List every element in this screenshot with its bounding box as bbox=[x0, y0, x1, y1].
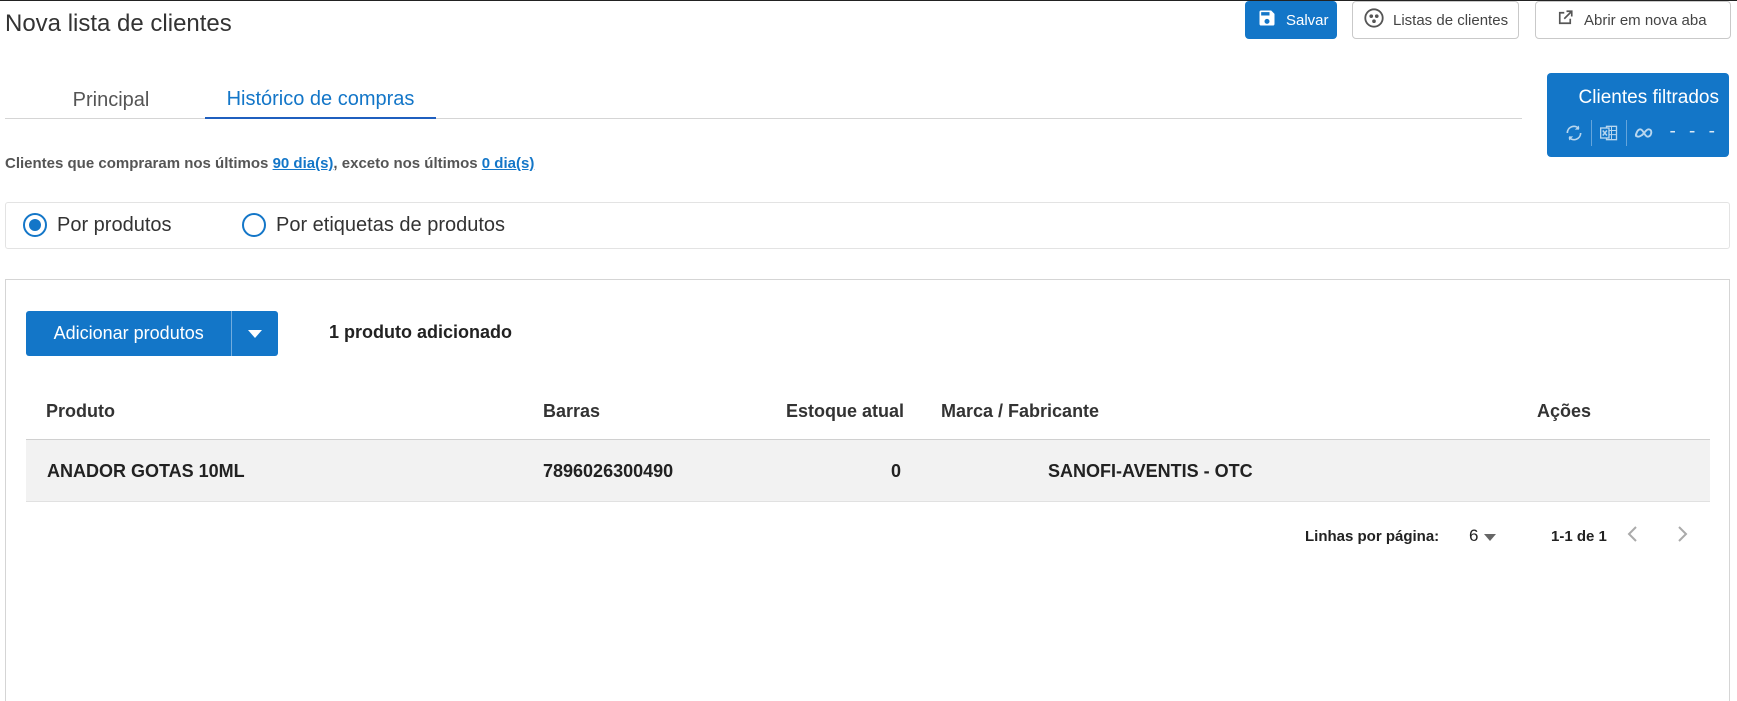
save-button-label: Salvar bbox=[1286, 11, 1329, 29]
column-marca[interactable]: Marca / Fabricante bbox=[941, 383, 1099, 440]
add-products-button[interactable]: Adicionar produtos bbox=[26, 311, 233, 356]
chevron-left-icon bbox=[1626, 525, 1638, 547]
radio-por-produtos[interactable]: Por produtos bbox=[23, 213, 172, 237]
open-new-tab-button[interactable]: Abrir em nova aba bbox=[1535, 1, 1731, 39]
filtered-clients-count: - - - bbox=[1669, 121, 1719, 142]
refresh-icon[interactable] bbox=[1557, 119, 1591, 147]
except-days-link[interactable]: 0 dia(s) bbox=[482, 155, 535, 172]
column-acoes: Ações bbox=[1537, 401, 1592, 421]
cell-barras: 7896026300490 bbox=[543, 460, 674, 481]
cell-produto: ANADOR GOTAS 10ML bbox=[47, 460, 245, 481]
previous-page-button[interactable] bbox=[1618, 522, 1646, 550]
caret-down-icon bbox=[1484, 526, 1497, 546]
excel-icon[interactable] bbox=[1592, 119, 1626, 147]
cell-marca: SANOFI-AVENTIS - OTC bbox=[1048, 460, 1253, 481]
client-lists-button[interactable]: Listas de clientes bbox=[1352, 1, 1519, 39]
page-title: Nova lista de clientes bbox=[5, 10, 232, 37]
tab-historico-compras[interactable]: Histórico de compras bbox=[205, 82, 436, 119]
external-link-icon bbox=[1556, 9, 1574, 31]
days-link[interactable]: 90 dia(s) bbox=[273, 155, 334, 172]
floppy-disk-icon bbox=[1257, 8, 1277, 32]
pagination-range: 1-1 de 1 bbox=[1551, 527, 1607, 545]
add-products-dropdown[interactable] bbox=[232, 311, 278, 356]
radio-checked-icon bbox=[23, 213, 47, 237]
rows-per-page-label: Linhas por página: bbox=[1305, 527, 1440, 545]
meta-icon[interactable] bbox=[1627, 119, 1661, 147]
filter-mode-group: Por produtos Por etiquetas de produtos bbox=[5, 202, 1730, 249]
purchase-period-info: Clientes que compraram nos últimos 90 di… bbox=[5, 155, 535, 172]
add-products-split-button: Adicionar produtos bbox=[26, 311, 278, 356]
filtered-clients-title: Clientes filtrados bbox=[1578, 87, 1719, 108]
column-produto[interactable]: Produto bbox=[46, 383, 115, 440]
filtered-actions bbox=[1557, 119, 1661, 147]
tab-bar: Principal Histórico de compras bbox=[5, 82, 1522, 119]
table-row[interactable]: ANADOR GOTAS 10ML 7896026300490 0 SANOFI… bbox=[26, 440, 1710, 502]
column-barras[interactable]: Barras bbox=[543, 383, 600, 440]
chevron-right-icon bbox=[1677, 525, 1689, 547]
radio-unchecked-icon bbox=[242, 213, 266, 237]
rows-per-page-select[interactable]: 6 bbox=[1469, 524, 1497, 548]
radio-por-etiquetas[interactable]: Por etiquetas de produtos bbox=[242, 213, 505, 237]
client-lists-label: Listas de clientes bbox=[1393, 11, 1509, 29]
group-circle-icon bbox=[1363, 7, 1385, 33]
open-new-tab-label: Abrir em nova aba bbox=[1584, 11, 1707, 29]
save-button[interactable]: Salvar bbox=[1245, 1, 1337, 39]
next-page-button[interactable] bbox=[1669, 522, 1697, 550]
rows-per-page-value: 6 bbox=[1469, 526, 1479, 545]
filtered-clients-panel: Clientes filtrados - - - bbox=[1547, 73, 1729, 157]
column-estoque[interactable]: Estoque atual bbox=[786, 383, 904, 440]
added-products-count: 1 produto adicionado bbox=[329, 322, 512, 342]
cell-estoque: 0 bbox=[890, 460, 901, 481]
tab-principal[interactable]: Principal bbox=[55, 82, 167, 118]
products-table: Produto Barras Estoque atual Marca / Fab… bbox=[26, 383, 1710, 502]
table-header: Produto Barras Estoque atual Marca / Fab… bbox=[26, 383, 1710, 440]
caret-down-icon bbox=[248, 325, 263, 343]
